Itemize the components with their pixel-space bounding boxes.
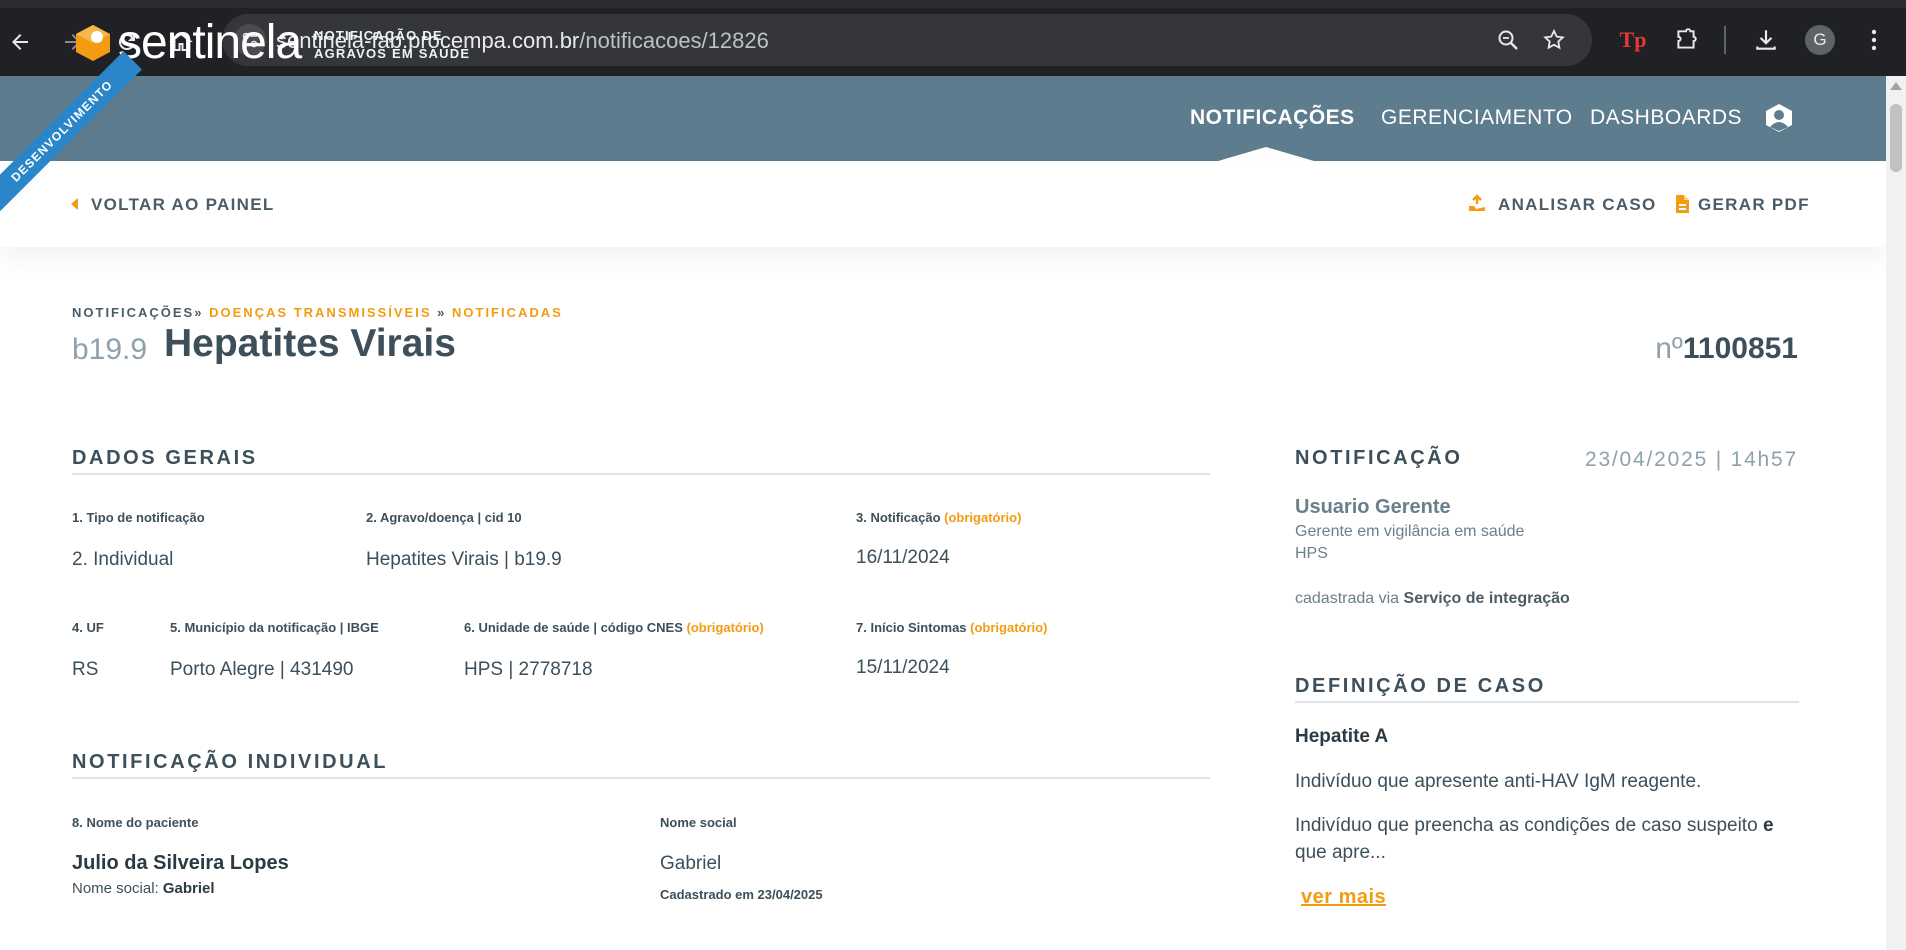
notifier-name: Usuario Gerente	[1295, 496, 1451, 518]
extensions-puzzle-icon[interactable]	[1670, 24, 1702, 56]
section-notificacao-individual-title: NOTIFICAÇÃO INDIVIDUAL	[72, 751, 389, 773]
required-tag: (obrigatório)	[944, 510, 1022, 525]
ver-mais-link[interactable]: ver mais	[1301, 886, 1386, 909]
field-notificacao-label-text: 3. Notificação	[856, 510, 941, 525]
page-title: Hepatites Virais	[164, 322, 456, 365]
case-definition-paragraph-2-part-2: que apre...	[1295, 842, 1386, 863]
notifier-unit: HPS	[1295, 545, 1328, 562]
back-icon[interactable]	[0, 22, 40, 62]
scrollbar-thumb[interactable]	[1890, 104, 1902, 172]
field-nome-social-label: Nome social	[660, 815, 737, 830]
active-nav-indicator	[1218, 147, 1314, 161]
registration-source-value: Serviço de integração	[1403, 590, 1570, 607]
zoom-icon[interactable]	[1494, 26, 1522, 54]
section-definicao-caso-title: DEFINIÇÃO DE CASO	[1295, 675, 1546, 697]
field-agravo-value: Hepatites Virais | b19.9	[366, 549, 562, 570]
nav-dashboards[interactable]: DASHBOARDS	[1590, 106, 1742, 130]
field-unidade-saude-value: HPS | 2778718	[464, 659, 593, 680]
notification-datetime: 23/04/2025 | 14h57	[1584, 448, 1798, 471]
field-unidade-saude-label: 6. Unidade de saúde | código CNES (obrig…	[464, 620, 764, 635]
logo-subtitle-line-2: AGRAVOS EM SAÚDE	[314, 46, 471, 61]
breadcrumb-notificacoes[interactable]: NOTIFICAÇÕES»	[72, 305, 203, 320]
registration-source: cadastrada via Serviço de integração	[1295, 590, 1570, 608]
breadcrumb-doencas-transmissiveis[interactable]: DOENÇAS TRANSMISSÍVEIS	[209, 305, 431, 320]
browser-menu-icon[interactable]	[1858, 24, 1890, 56]
field-agravo-label: 2. Agravo/doença | cid 10	[366, 510, 522, 525]
toolbar-divider	[1724, 26, 1726, 54]
download-icon[interactable]	[1750, 24, 1782, 56]
field-tipo-notificacao-label: 1. Tipo de notificação	[72, 510, 205, 525]
section-notificacao-title: NOTIFICAÇÃO	[1295, 447, 1463, 469]
case-definition-paragraph-1: Indivíduo que apresente anti-HAV IgM rea…	[1295, 771, 1702, 792]
nome-social-inline: Nome social: Gabriel	[72, 880, 215, 897]
page-scrollbar[interactable]	[1886, 76, 1906, 950]
field-inicio-sintomas-label-text: 7. Início Sintomas	[856, 620, 967, 635]
analyze-case-icon[interactable]	[1467, 194, 1487, 214]
nome-social-inline-label: Nome social:	[72, 880, 159, 897]
back-arrow-icon	[71, 198, 78, 210]
logo-wordmark[interactable]: sentinela	[118, 15, 302, 70]
case-definition-paragraph-2: Indivíduo que preencha as condições de c…	[1295, 812, 1805, 866]
field-municipio-value: Porto Alegre | 431490	[170, 659, 354, 680]
notification-number-value: 1100851	[1682, 332, 1798, 365]
breadcrumb: NOTIFICAÇÕES» DOENÇAS TRANSMISSÍVEIS » N…	[72, 305, 563, 320]
sentinela-logo-icon	[76, 25, 110, 61]
logo-subtitle-line-1: NOTIFICAÇÃO DE	[314, 28, 443, 43]
field-nome-social-value: Gabriel	[660, 853, 722, 874]
cadastrado-em-text: Cadastrado em 23/04/2025	[660, 887, 823, 902]
gerar-pdf-button[interactable]: GERAR PDF	[1698, 195, 1810, 215]
url-path: /notificacoes/12826	[579, 28, 769, 53]
section-divider	[72, 473, 1210, 475]
required-tag: (obrigatório)	[970, 620, 1048, 635]
field-unidade-saude-label-text: 6. Unidade de saúde | código CNES	[464, 620, 683, 635]
field-nome-paciente-value: Julio da Silveira Lopes	[72, 852, 289, 874]
voltar-ao-painel-link[interactable]: VOLTAR AO PAINEL	[91, 195, 275, 215]
profile-initial: G	[1813, 30, 1827, 49]
logo-subtitle: NOTIFICAÇÃO DE AGRAVOS EM SAÚDE	[314, 27, 470, 63]
scroll-up-arrow-icon[interactable]	[1890, 82, 1902, 90]
field-inicio-sintomas-label: 7. Início Sintomas (obrigatório)	[856, 620, 1047, 635]
field-uf-value: RS	[72, 659, 99, 680]
field-notificacao-label: 3. Notificação (obrigatório)	[856, 510, 1021, 525]
analisar-caso-button[interactable]: ANALISAR CASO	[1498, 195, 1657, 215]
field-inicio-sintomas-value: 15/11/2024	[856, 657, 950, 678]
user-account-icon[interactable]	[1763, 102, 1795, 134]
cid-code: b19.9	[72, 333, 148, 366]
registration-source-label: cadastrada via	[1295, 590, 1400, 607]
bookmark-star-icon[interactable]	[1540, 26, 1568, 54]
field-nome-paciente-label: 8. Nome do paciente	[72, 815, 199, 830]
required-tag: (obrigatório)	[686, 620, 764, 635]
case-definition-subtitle: Hepatite A	[1295, 726, 1389, 747]
pdf-file-icon[interactable]	[1672, 194, 1692, 214]
profile-avatar[interactable]: G	[1805, 25, 1835, 55]
section-divider	[1295, 701, 1799, 703]
nav-gerenciamento[interactable]: GERENCIAMENTO	[1381, 106, 1573, 130]
field-municipio-label: 5. Município da notificação | IBGE	[170, 620, 379, 635]
breadcrumb-notificadas[interactable]: NOTIFICADAS	[452, 305, 563, 320]
field-uf-label: 4. UF	[72, 620, 104, 635]
nome-social-inline-value: Gabriel	[162, 880, 215, 897]
section-dados-gerais-title: DADOS GERAIS	[72, 447, 258, 469]
notifier-role: Gerente em vigilância em saúde	[1295, 523, 1525, 540]
tp-extension-icon[interactable]: Tp	[1617, 24, 1649, 56]
case-definition-paragraph-2-part-1: Indivíduo que preencha as condições de c…	[1295, 815, 1758, 836]
field-tipo-notificacao-value: 2. Individual	[72, 549, 174, 570]
nav-notificacoes[interactable]: NOTIFICAÇÕES	[1190, 106, 1355, 130]
browser-tab-strip	[0, 0, 1906, 8]
section-divider	[72, 777, 1210, 779]
case-definition-paragraph-2-emphasis: e	[1762, 815, 1774, 836]
notification-number: nº1100851	[1655, 332, 1798, 366]
breadcrumb-separator: »	[437, 305, 447, 320]
tp-extension-label: Tp	[1619, 27, 1647, 52]
field-notificacao-value: 16/11/2024	[856, 547, 950, 568]
notification-number-prefix: nº	[1655, 332, 1683, 365]
